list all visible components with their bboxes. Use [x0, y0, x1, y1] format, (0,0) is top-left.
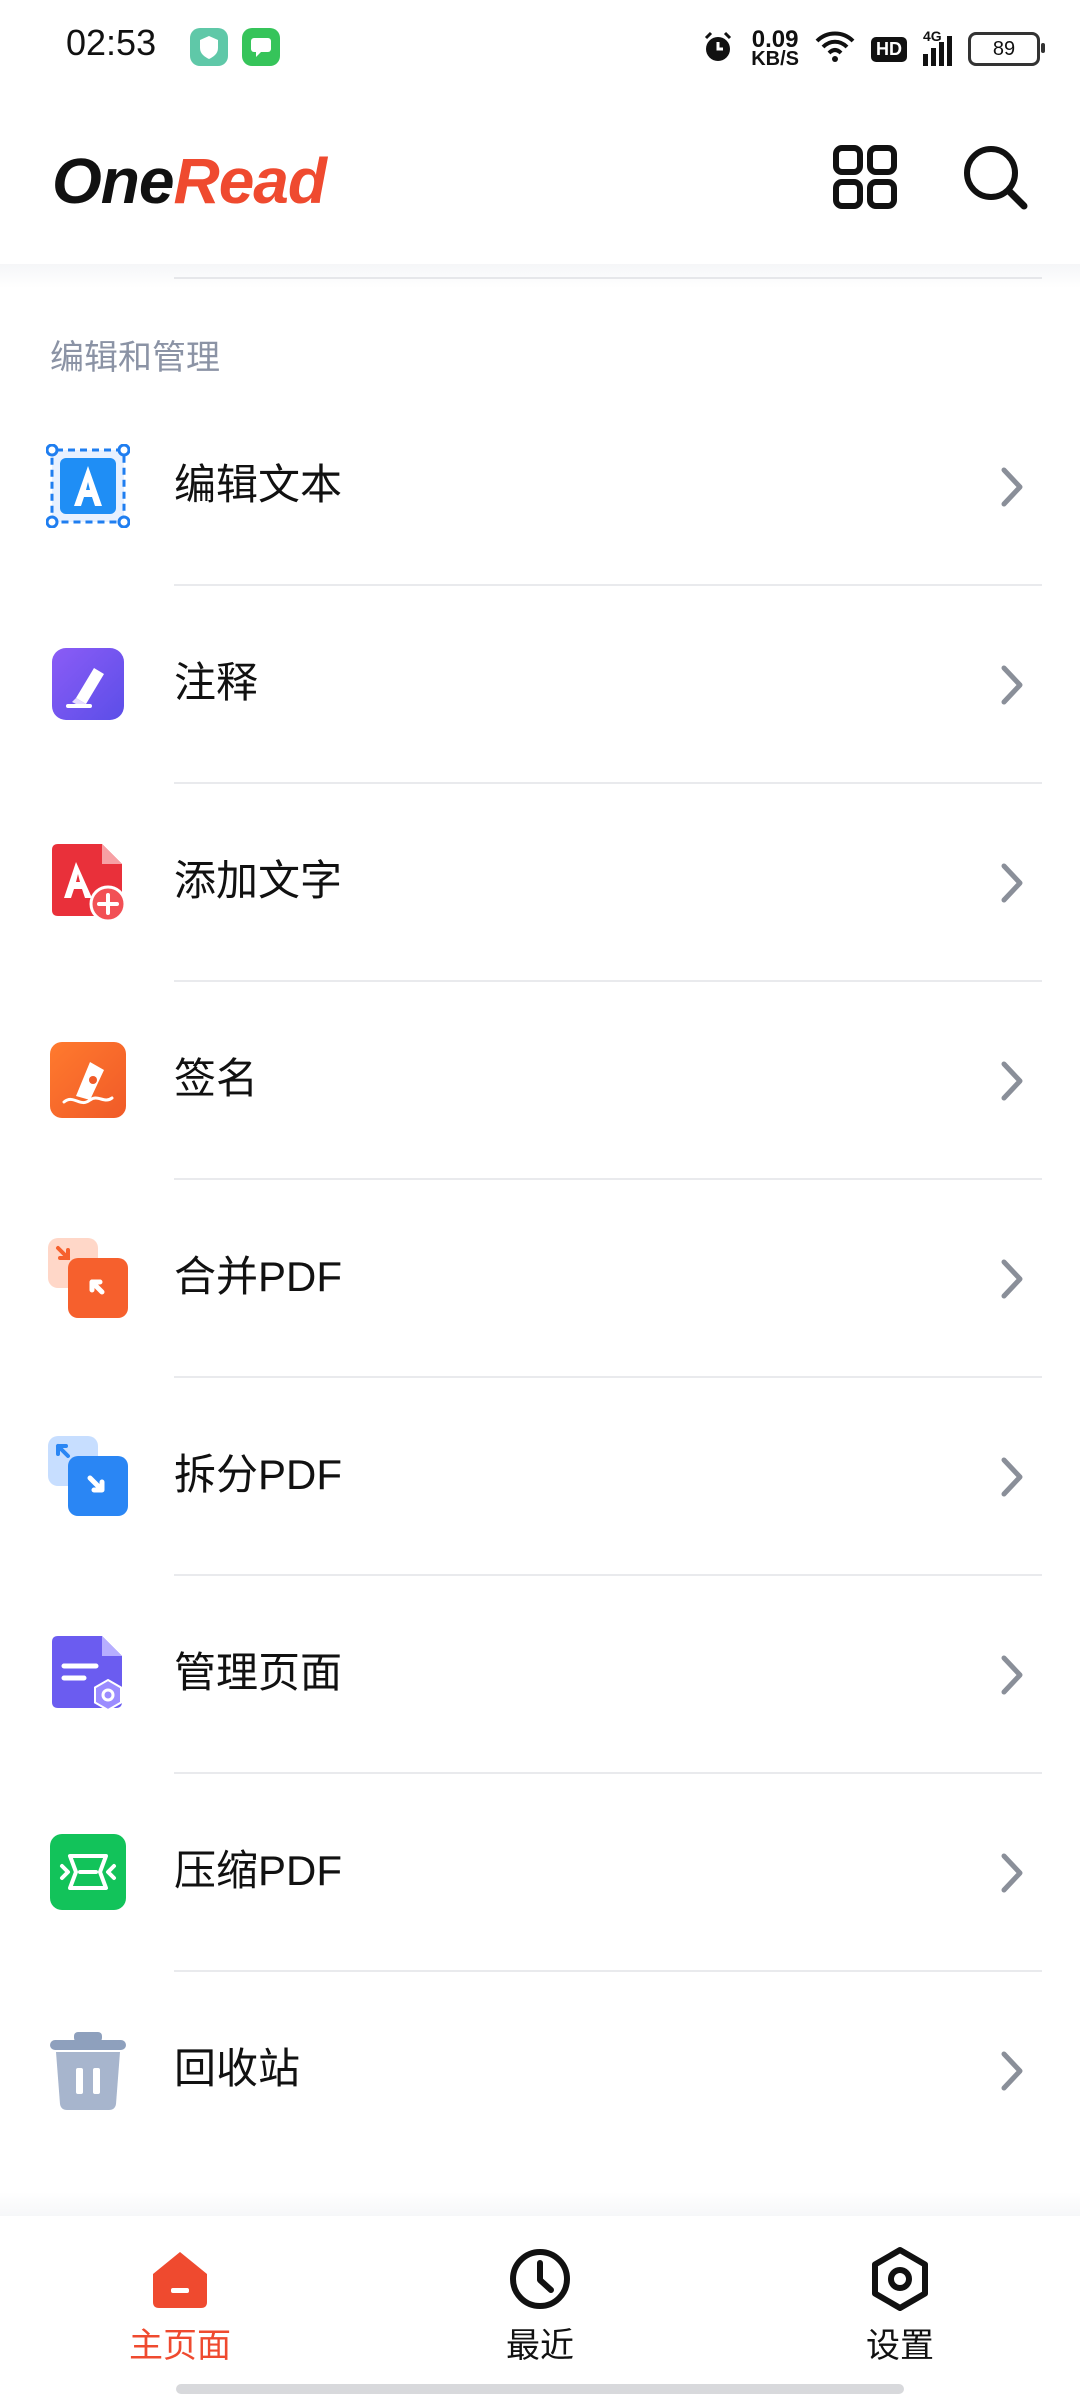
- tab-home[interactable]: 主页面: [90, 2246, 270, 2367]
- list-item-label: 签名: [174, 1055, 259, 1102]
- list-item-label: 拆分PDF: [174, 1451, 343, 1498]
- list-item-signature[interactable]: 签名: [0, 982, 1080, 1180]
- bottom-nav: 主页面 最近 设置: [0, 2216, 1080, 2400]
- tab-settings-label: 设置: [866, 2327, 934, 2365]
- divider: [174, 277, 1042, 279]
- app-header: OneRead: [0, 96, 1080, 264]
- compress-pdf-icon: [50, 1834, 126, 1910]
- list-item-compress-pdf[interactable]: 压缩PDF: [0, 1774, 1080, 1972]
- settings-icon: [872, 2247, 928, 2311]
- list-item-label: 注释: [174, 659, 259, 706]
- status-time: 02:53: [66, 22, 157, 63]
- battery-indicator: 89: [968, 32, 1045, 66]
- search-button[interactable]: [960, 142, 1030, 212]
- network-speed: 0.09 KB/S: [751, 27, 799, 70]
- section-title: 编辑和管理: [50, 339, 220, 377]
- messages-app-icon: [242, 28, 280, 66]
- tab-recent-label: 最近: [506, 2327, 574, 2365]
- chevron-right-icon: [1001, 1457, 1023, 1497]
- chevron-right-icon: [1001, 1259, 1023, 1299]
- network-type: 4G: [923, 28, 942, 44]
- chevron-right-icon: [1001, 863, 1023, 903]
- app-logo: OneRead: [52, 144, 327, 218]
- recycle-bin-icon: [50, 2032, 126, 2110]
- tab-recent[interactable]: 最近: [450, 2246, 630, 2367]
- list-item-manage-pages[interactable]: 管理页面: [0, 1576, 1080, 1774]
- list-item-label: 压缩PDF: [174, 1847, 343, 1894]
- bottom-nav-shadow: [0, 2192, 1080, 2216]
- list-item-add-text[interactable]: 添加文字: [0, 784, 1080, 982]
- clock-icon: [510, 2249, 570, 2309]
- grid-button[interactable]: [830, 142, 900, 212]
- manage-pages-icon: [52, 1636, 122, 1712]
- list-item-edit-text[interactable]: 编辑文本: [0, 388, 1080, 586]
- tools-list: 编辑文本 注释 添加文字 签名 合并PDF 拆分PDF 管理页面 压缩PDF 回…: [0, 388, 1080, 2170]
- list-item-recycle-bin[interactable]: 回收站: [0, 1972, 1080, 2170]
- network-speed-unit: KB/S: [751, 47, 799, 70]
- chevron-right-icon: [1001, 665, 1023, 705]
- list-item-label: 编辑文本: [174, 461, 343, 508]
- logo-one: One: [52, 145, 174, 217]
- signature-icon: [50, 1042, 126, 1118]
- home-icon: [153, 2252, 207, 2308]
- list-item-label: 回收站: [174, 2045, 301, 2092]
- hd-badge: HD: [871, 36, 907, 62]
- list-item-label: 合并PDF: [174, 1253, 343, 1300]
- annotate-icon: [52, 648, 124, 720]
- list-item-annotate[interactable]: 注释: [0, 586, 1080, 784]
- add-text-icon: [52, 844, 127, 923]
- home-indicator: [176, 2384, 904, 2394]
- list-item-merge-pdf[interactable]: 合并PDF: [0, 1180, 1080, 1378]
- wifi-icon: [815, 31, 855, 68]
- chevron-right-icon: [1001, 467, 1023, 507]
- search-icon: [964, 146, 1028, 210]
- grid-icon: [833, 145, 897, 209]
- logo-read: Read: [173, 145, 326, 217]
- edit-text-icon: [46, 444, 130, 528]
- list-item-label: 管理页面: [174, 1649, 343, 1696]
- list-item-split-pdf[interactable]: 拆分PDF: [0, 1378, 1080, 1576]
- header-shadow: [0, 264, 1080, 288]
- tab-settings[interactable]: 设置: [810, 2246, 990, 2367]
- list-item-label: 添加文字: [174, 857, 343, 904]
- status-bar: 02:53 0.09 KB/S HD 4G 89: [0, 0, 1080, 96]
- merge-pdf-icon: [48, 1238, 128, 1318]
- split-pdf-icon: [48, 1436, 128, 1516]
- security-app-icon: [190, 28, 228, 66]
- signal-icon: 4G: [923, 28, 952, 66]
- tab-home-label: 主页面: [129, 2327, 231, 2365]
- chevron-right-icon: [1001, 1061, 1023, 1101]
- chevron-right-icon: [1001, 2051, 1023, 2091]
- alarm-icon: [701, 30, 735, 69]
- chevron-right-icon: [1001, 1853, 1023, 1893]
- chevron-right-icon: [1001, 1655, 1023, 1695]
- battery-level: 89: [992, 37, 1016, 60]
